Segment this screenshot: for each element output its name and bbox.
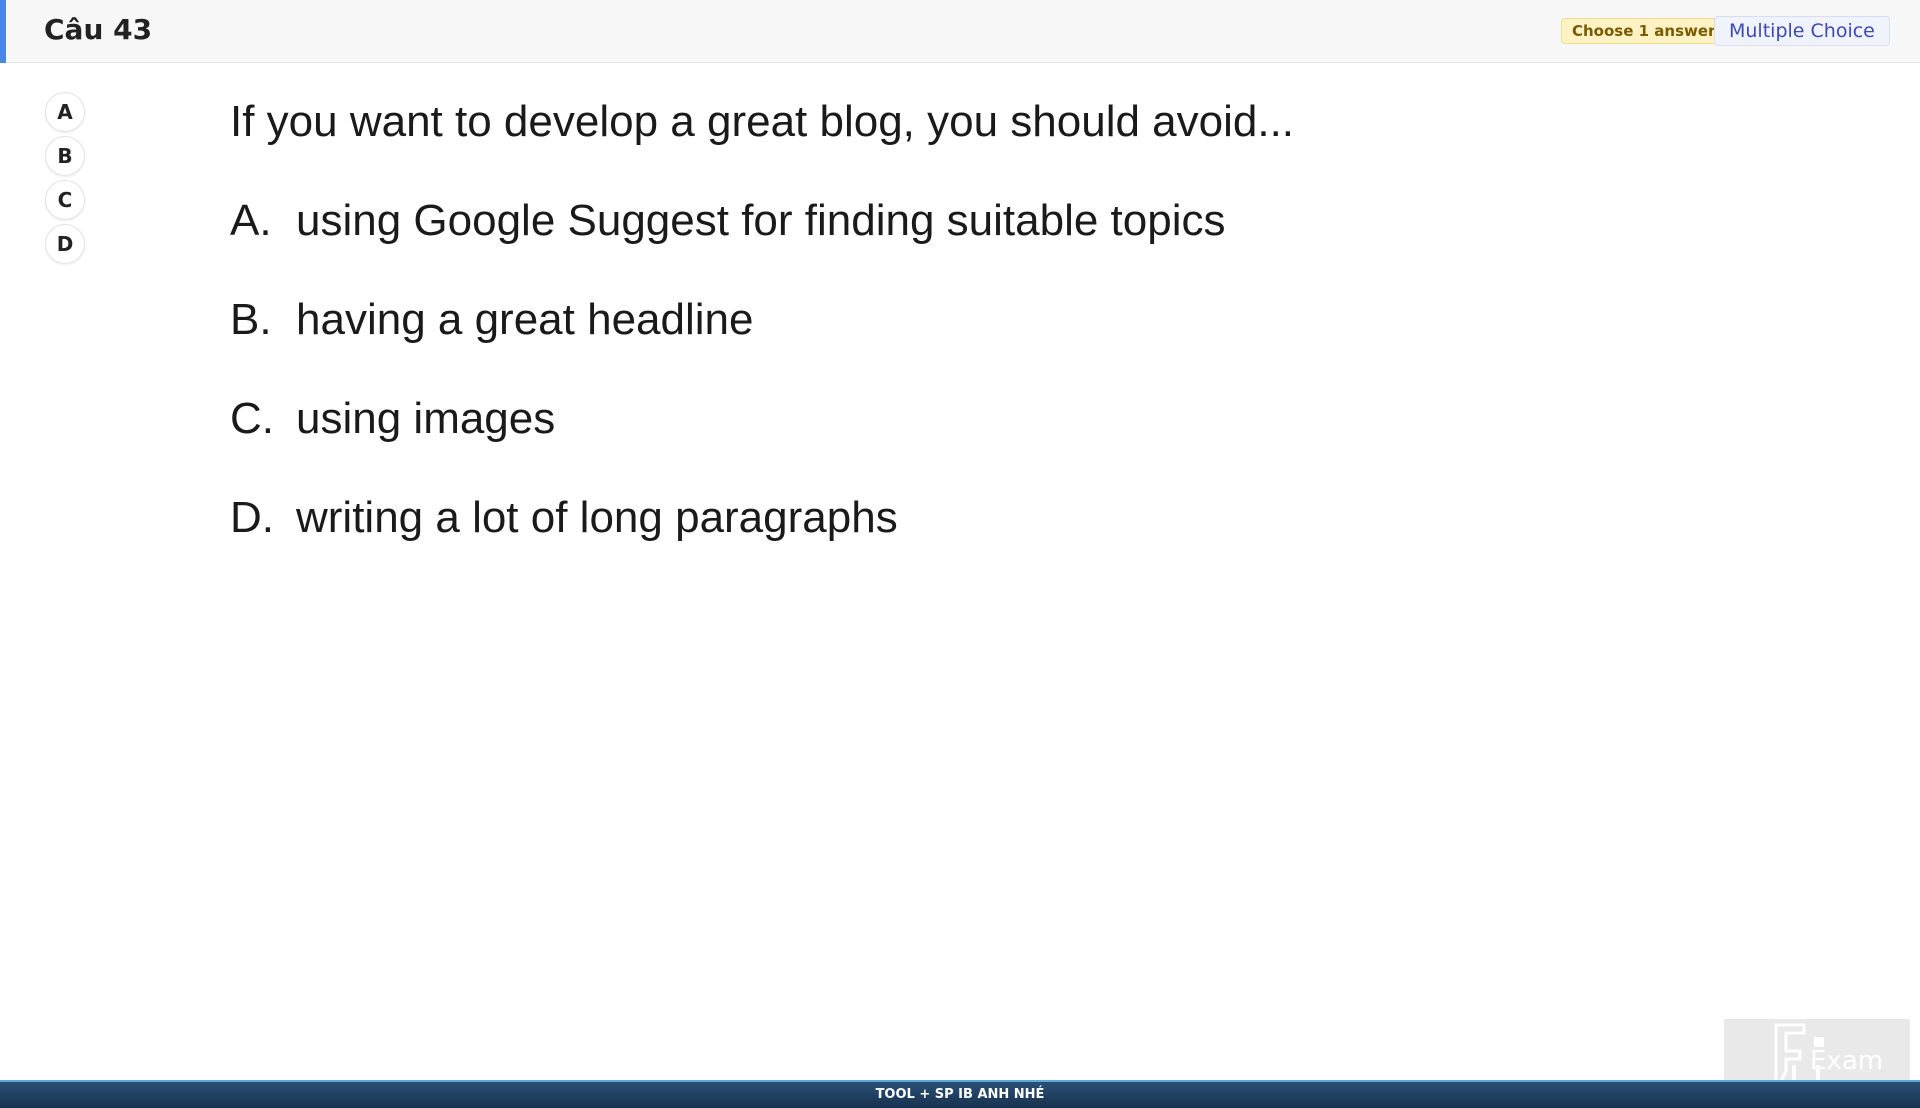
answer-c: C. using images: [230, 389, 1630, 449]
answer-a-letter: A.: [230, 196, 272, 245]
answer-b-text: having a great headline: [296, 295, 754, 344]
header-accent-bar: [0, 0, 6, 63]
question-header: Câu 43 Choose 1 answer Multiple Choice: [0, 0, 1920, 63]
choose-answer-badge: Choose 1 answer: [1561, 18, 1727, 44]
answer-c-text: using images: [296, 394, 556, 443]
answer-b-letter: B.: [230, 295, 272, 344]
answer-a: A. using Google Suggest for finding suita…: [230, 191, 1630, 251]
answer-b: B. having a great headline: [230, 290, 1630, 350]
answer-d-text: writing a lot of long paragraphs: [296, 493, 898, 542]
option-a-button[interactable]: A: [45, 92, 85, 132]
option-c-button[interactable]: C: [45, 180, 85, 220]
question-content: If you want to develop a great blog, you…: [230, 92, 1630, 587]
answer-c-letter: C.: [230, 394, 274, 443]
question-stem: If you want to develop a great blog, you…: [230, 97, 1295, 146]
answer-option-list: A B C D: [45, 92, 85, 268]
option-d-button[interactable]: D: [45, 224, 85, 264]
exam-page: Câu 43 Choose 1 answer Multiple Choice A…: [0, 0, 1920, 1108]
svg-text:Exam: Exam: [1810, 1046, 1883, 1076]
footer-banner: TOOL + SP IB ANH NHÉ: [0, 1080, 1920, 1108]
answer-d-letter: D.: [230, 493, 274, 542]
question-type-badge: Multiple Choice: [1714, 16, 1890, 46]
question-number-title: Câu 43: [44, 13, 153, 46]
answer-d: D. writing a lot of long paragraphs: [230, 488, 1630, 548]
answer-a-text: using Google Suggest for finding suitabl…: [296, 196, 1226, 245]
option-b-button[interactable]: B: [45, 136, 85, 176]
